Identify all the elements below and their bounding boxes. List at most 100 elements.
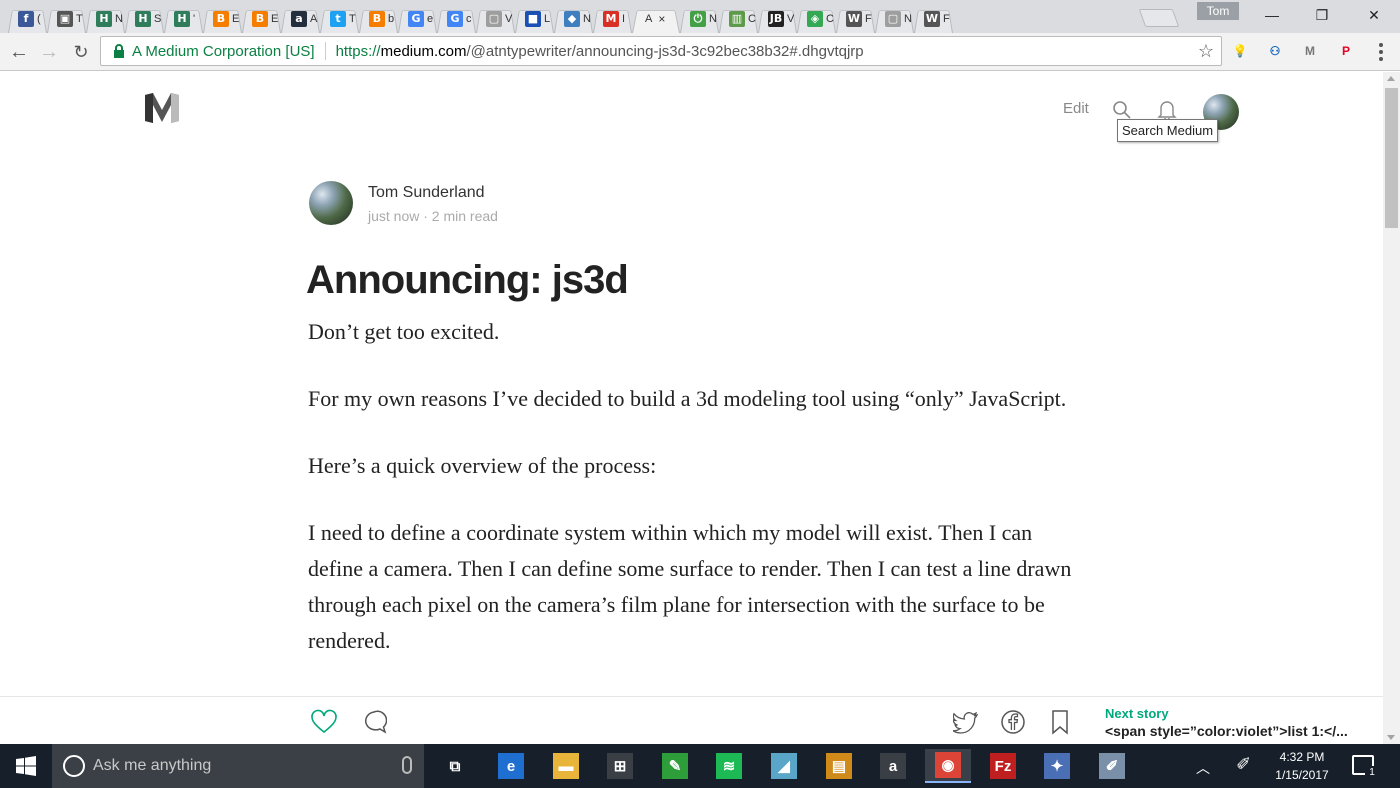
notes-app[interactable]: ▤ bbox=[816, 749, 862, 783]
next-story-label[interactable]: Next story bbox=[1105, 706, 1169, 721]
store-app[interactable]: ⊞ bbox=[597, 749, 643, 783]
cortana-search-box[interactable]: Ask me anything bbox=[52, 744, 424, 788]
scroll-up-icon[interactable] bbox=[1387, 76, 1395, 81]
chrome-menu-icon[interactable] bbox=[1378, 43, 1384, 61]
browser-tab[interactable]: BE bbox=[201, 4, 244, 33]
gmail-checker-icon[interactable]: M bbox=[1300, 41, 1320, 61]
browser-tab[interactable]: ◆ N bbox=[552, 4, 595, 33]
bookmark-star-icon[interactable]: ☆ bbox=[1198, 41, 1214, 62]
password-extension-icon[interactable]: ⚇ bbox=[1265, 41, 1285, 61]
filezilla-app[interactable]: Fz bbox=[980, 749, 1026, 783]
browser-tab[interactable]: HN bbox=[84, 4, 127, 33]
tab-favicon-icon: ◆ bbox=[564, 10, 580, 27]
browser-tab[interactable]: ▥ C bbox=[717, 4, 760, 33]
tab-favicon-icon: B bbox=[213, 10, 229, 27]
browser-tab[interactable]: Ge bbox=[396, 4, 439, 33]
tray-expand-icon[interactable]: ︿ bbox=[1196, 758, 1210, 778]
green-app[interactable]: ✎ bbox=[652, 749, 698, 783]
forward-icon[interactable]: → bbox=[36, 39, 62, 65]
post-meta: just now · 2 min read bbox=[368, 208, 498, 224]
spotify-app[interactable]: ≋ bbox=[706, 749, 752, 783]
minimize-button[interactable]: — bbox=[1248, 0, 1296, 30]
green-app-icon: ✎ bbox=[662, 753, 688, 779]
search-icon[interactable] bbox=[1112, 100, 1132, 120]
action-center-icon[interactable]: 1 bbox=[1352, 755, 1379, 780]
browser-tab[interactable]: ▢ N bbox=[873, 4, 916, 33]
browser-tab[interactable]: ▢ V bbox=[474, 4, 517, 33]
tab-favicon-icon: M bbox=[603, 10, 619, 27]
browser-tab[interactable]: MI bbox=[591, 4, 634, 33]
browser-tab[interactable]: Gc bbox=[435, 4, 478, 33]
back-icon[interactable]: ← bbox=[6, 39, 32, 65]
restore-button[interactable]: ❐ bbox=[1298, 0, 1346, 30]
reload-icon[interactable]: ↻ bbox=[68, 39, 94, 65]
drive-app-icon: ◢ bbox=[771, 753, 797, 779]
new-tab-button[interactable] bbox=[1138, 9, 1180, 27]
tab-favicon-icon: G bbox=[447, 10, 463, 27]
author-avatar[interactable] bbox=[309, 181, 353, 225]
chrome-app[interactable]: ◉ bbox=[925, 749, 971, 783]
tab-title: I bbox=[622, 12, 626, 25]
scroll-down-icon[interactable] bbox=[1387, 735, 1395, 740]
tab-title: e bbox=[427, 12, 434, 25]
cortana-placeholder: Ask me anything bbox=[93, 757, 212, 774]
edge-app[interactable]: e bbox=[488, 749, 534, 783]
facebook-share-icon[interactable] bbox=[1000, 709, 1026, 735]
system-clock[interactable]: 4:32 PM 1/15/2017 bbox=[1262, 748, 1342, 784]
browser-tab[interactable]: HS bbox=[123, 4, 166, 33]
clap-heart-icon[interactable] bbox=[311, 709, 337, 735]
microphone-icon[interactable] bbox=[402, 756, 412, 774]
browser-tab[interactable]: Bb bbox=[357, 4, 400, 33]
file-explorer-app[interactable]: ▬ bbox=[543, 749, 589, 783]
bookmark-icon[interactable] bbox=[1047, 709, 1073, 735]
close-window-button[interactable]: ✕ bbox=[1350, 0, 1398, 30]
lightbulb-extension-icon[interactable]: 💡 bbox=[1230, 41, 1250, 61]
security-label[interactable]: A Medium Corporation [US] bbox=[132, 43, 315, 60]
tab-close-icon[interactable]: × bbox=[658, 12, 665, 26]
browser-tab[interactable]: WF bbox=[834, 4, 877, 33]
paint-app-icon: ✐ bbox=[1099, 753, 1125, 779]
tab-favicon-icon: a bbox=[291, 10, 307, 27]
chart-app-icon: ✦ bbox=[1044, 753, 1070, 779]
network-icon[interactable]: ✐ bbox=[1236, 754, 1251, 775]
scrollbar-thumb[interactable] bbox=[1385, 88, 1398, 228]
browser-tab[interactable]: WF bbox=[912, 4, 955, 33]
paint-app[interactable]: ✐ bbox=[1089, 749, 1135, 783]
author-name[interactable]: Tom Sunderland bbox=[368, 184, 485, 202]
browser-tab[interactable]: A × bbox=[630, 4, 682, 33]
browser-tab[interactable]: H ' bbox=[162, 4, 205, 33]
browser-tab[interactable]: ▣ T bbox=[45, 4, 88, 33]
twitter-share-icon[interactable] bbox=[953, 709, 979, 735]
tab-title: V bbox=[505, 12, 513, 25]
pinterest-icon[interactable]: P bbox=[1336, 41, 1356, 61]
browser-tab[interactable]: ⏻ N bbox=[678, 4, 721, 33]
medium-logo-icon[interactable] bbox=[145, 93, 179, 123]
page-scrollbar[interactable] bbox=[1383, 72, 1400, 744]
tab-favicon-icon: B bbox=[252, 10, 268, 27]
address-bar[interactable]: A Medium Corporation [US] https://medium… bbox=[100, 36, 1222, 66]
task-view-button[interactable]: ⧉ bbox=[432, 749, 478, 783]
browser-tab[interactable]: aA bbox=[279, 4, 322, 33]
start-button[interactable] bbox=[0, 744, 52, 788]
browser-tab[interactable]: JB V bbox=[756, 4, 799, 33]
profile-button[interactable]: Tom bbox=[1197, 2, 1239, 20]
browser-tab[interactable]: tT bbox=[318, 4, 361, 33]
next-story-title[interactable]: <span style=”color:violet”>list 1:</... bbox=[1105, 723, 1348, 739]
browser-tab[interactable]: f( bbox=[6, 4, 49, 33]
browser-tab[interactable]: BE bbox=[240, 4, 283, 33]
edit-link[interactable]: Edit bbox=[1063, 100, 1089, 117]
chrome-app-icon: ◉ bbox=[935, 752, 961, 778]
edge-app-icon: e bbox=[498, 753, 524, 779]
tab-favicon-icon: W bbox=[924, 10, 940, 27]
windows-taskbar: Ask me anything ⧉ e ▬ ⊞ ✎ ≋ ◢ ▤ a ◉ Fz ✦ ✐ ︿ ✐ 4:32 … bbox=[0, 744, 1400, 788]
comment-icon[interactable] bbox=[361, 709, 387, 735]
tab-favicon-icon: H bbox=[96, 10, 112, 27]
bell-icon[interactable] bbox=[1157, 99, 1177, 121]
browser-tab[interactable]: ◈ C bbox=[795, 4, 838, 33]
drive-app[interactable]: ◢ bbox=[761, 749, 807, 783]
chart-app[interactable]: ✦ bbox=[1034, 749, 1080, 783]
post-paragraph: Here’s a quick overview of the process: bbox=[308, 453, 657, 478]
tab-favicon-icon: ▥ bbox=[729, 10, 745, 27]
browser-tab[interactable]: ■ L bbox=[513, 4, 556, 33]
amazon-app[interactable]: a bbox=[870, 749, 916, 783]
